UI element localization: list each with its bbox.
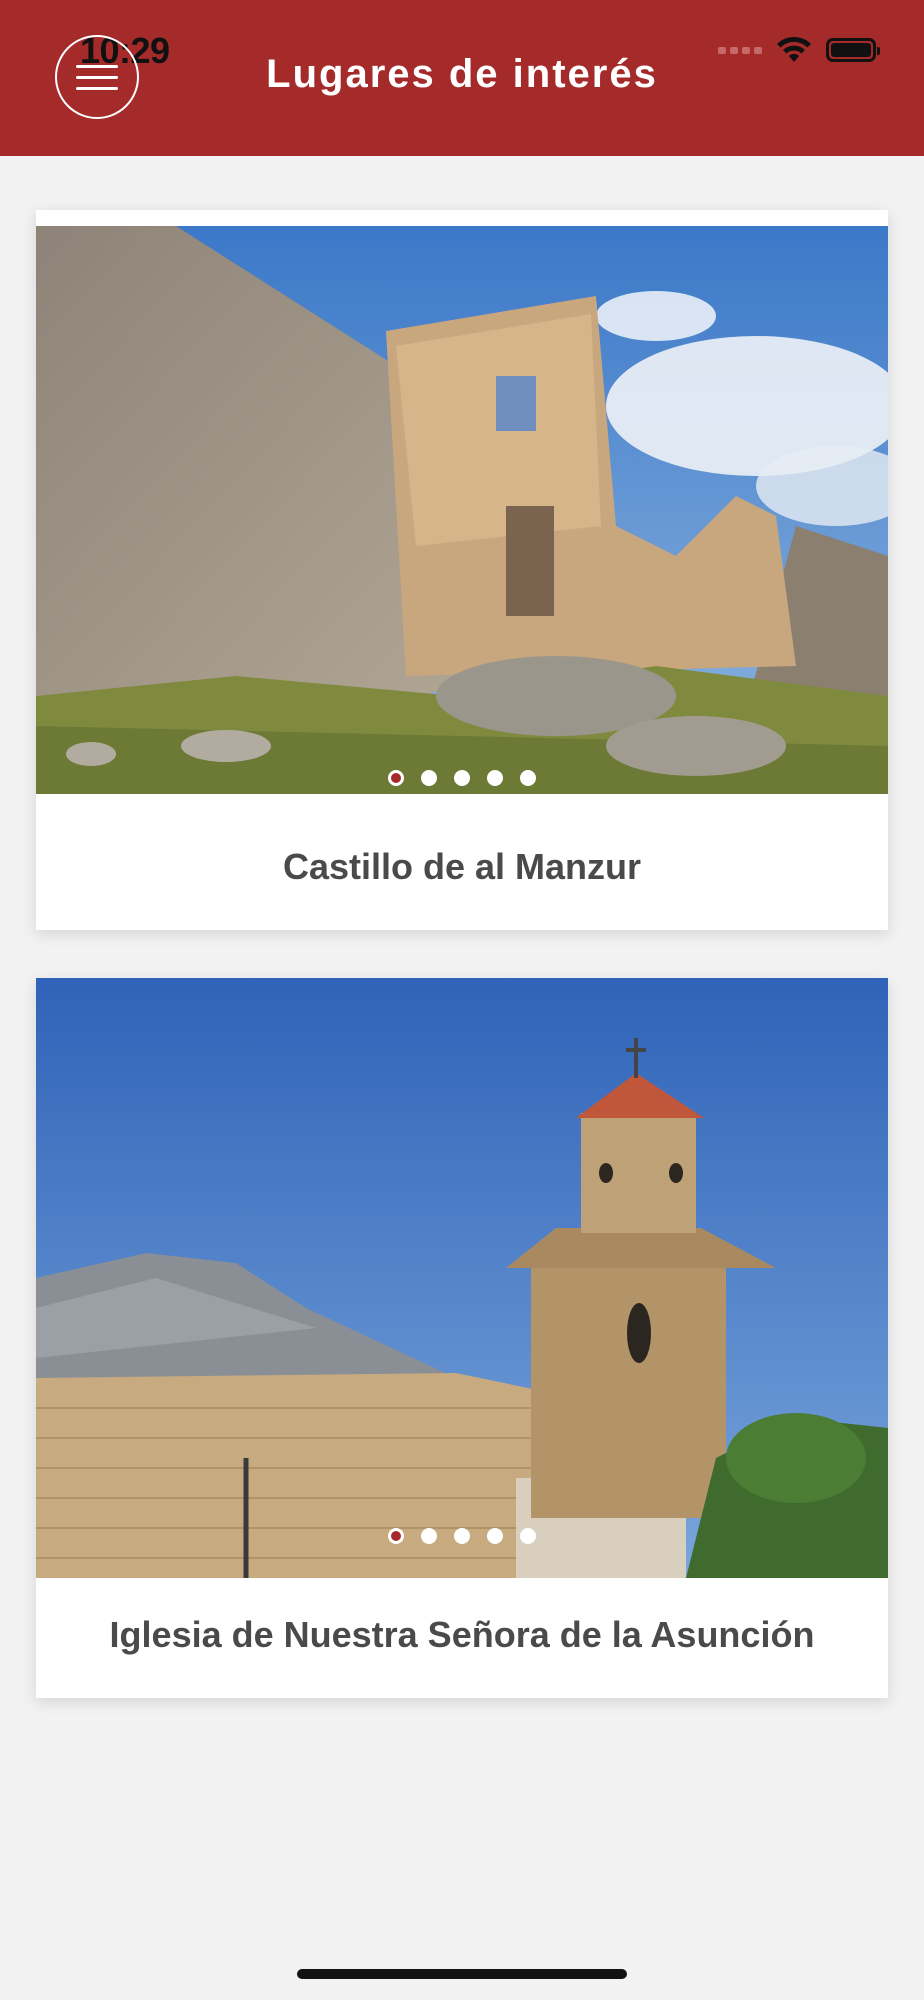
church-bell-tower-photo xyxy=(36,978,888,1578)
place-card-church[interactable]: Iglesia de Nuestra Señora de la Asunción xyxy=(36,978,888,1698)
place-title: Iglesia de Nuestra Señora de la Asunción xyxy=(109,1614,815,1655)
carousel-dot[interactable] xyxy=(487,770,503,786)
carousel-dot[interactable] xyxy=(421,770,437,786)
home-indicator[interactable] xyxy=(297,1969,627,1979)
app-header: 10:29 Lugares de interés xyxy=(0,0,924,156)
carousel-dot[interactable] xyxy=(388,770,404,786)
carousel-pagination xyxy=(36,1528,888,1544)
carousel-dot[interactable] xyxy=(520,770,536,786)
page-title: Lugares de interés xyxy=(266,52,658,96)
carousel-pagination xyxy=(36,770,888,786)
carousel-dot[interactable] xyxy=(520,1528,536,1544)
castle-ruins-photo xyxy=(36,226,888,794)
carousel-dot[interactable] xyxy=(454,770,470,786)
place-image-carousel[interactable] xyxy=(36,226,888,794)
place-title: Castillo de al Manzur xyxy=(282,846,642,887)
carousel-dot[interactable] xyxy=(487,1528,503,1544)
carousel-dot[interactable] xyxy=(421,1528,437,1544)
carousel-dot[interactable] xyxy=(388,1528,404,1544)
carousel-dot[interactable] xyxy=(454,1528,470,1544)
place-image-carousel[interactable] xyxy=(36,978,888,1578)
place-card-castle[interactable]: Castillo de al Manzur xyxy=(36,210,888,930)
